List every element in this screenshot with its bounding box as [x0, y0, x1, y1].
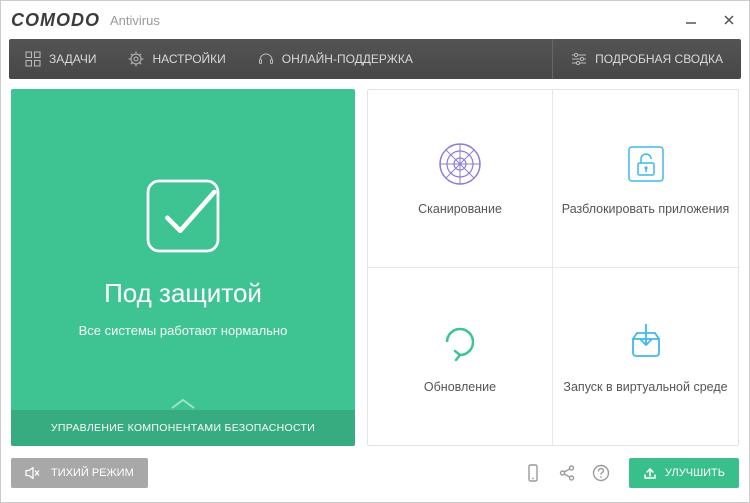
silent-mode-label: ТИХИЙ РЕЖИМ	[51, 467, 134, 479]
improve-label: УЛУЧШИТЬ	[665, 467, 725, 479]
refresh-icon	[435, 317, 485, 367]
status-body: Под защитой Все системы работают нормаль…	[11, 89, 355, 410]
minimize-button[interactable]	[681, 10, 701, 30]
brand-name: COMODO	[11, 10, 100, 31]
toolbar-tasks[interactable]: ЗАДАЧИ	[9, 39, 112, 79]
radar-icon	[435, 139, 485, 189]
toolbar-summary-label: ПОДРОБНАЯ СВОДКА	[595, 52, 723, 66]
window-controls	[681, 10, 739, 30]
security-components-toggle[interactable]: УПРАВЛЕНИЕ КОМПОНЕНТАМИ БЕЗОПАСНОСТИ	[11, 410, 355, 446]
mobile-button[interactable]	[519, 459, 547, 487]
share-icon	[558, 464, 576, 482]
toolbar-support[interactable]: ОНЛАЙН-ПОДДЕРЖКА	[242, 39, 429, 79]
share-button[interactable]	[553, 459, 581, 487]
tile-scan[interactable]: Сканирование	[368, 90, 553, 268]
title-bar: COMODO Antivirus	[1, 1, 749, 39]
tile-unblock[interactable]: Разблокировать приложения	[553, 90, 738, 268]
sandbox-icon	[621, 317, 671, 367]
improve-button[interactable]: УЛУЧШИТЬ	[629, 458, 739, 488]
action-tiles: Сканирование Разблокировать приложения О…	[367, 89, 739, 446]
silent-mode-button[interactable]: ТИХИЙ РЕЖИМ	[11, 458, 148, 488]
toolbar-settings[interactable]: НАСТРОЙКИ	[112, 39, 241, 79]
app-logo: COMODO Antivirus	[11, 10, 160, 31]
main-toolbar: ЗАДАЧИ НАСТРОЙКИ ОНЛАЙН-ПОДДЕРЖКА ПОДРОБ…	[9, 39, 741, 79]
close-button[interactable]	[719, 10, 739, 30]
status-title: Под защитой	[104, 278, 262, 309]
tile-sandbox[interactable]: Запуск в виртуальной среде	[553, 268, 738, 446]
tile-update[interactable]: Обновление	[368, 268, 553, 446]
unlock-icon	[621, 139, 671, 189]
gear-icon	[128, 51, 144, 67]
tile-update-label: Обновление	[424, 379, 496, 396]
tile-scan-label: Сканирование	[418, 201, 502, 218]
check-icon	[137, 170, 229, 262]
upload-icon	[643, 466, 657, 480]
help-button[interactable]	[587, 459, 615, 487]
grid-icon	[25, 51, 41, 67]
tile-unblock-label: Разблокировать приложения	[562, 201, 729, 218]
chevron-up-icon	[168, 396, 198, 410]
main-content: Под защитой Все системы работают нормаль…	[1, 79, 749, 454]
status-subtitle: Все системы работают нормально	[79, 323, 288, 338]
phone-icon	[525, 464, 541, 482]
footer-bar: ТИХИЙ РЕЖИМ УЛУЧШИТЬ	[1, 454, 749, 492]
status-panel: Под защитой Все системы работают нормаль…	[11, 89, 355, 446]
toolbar-tasks-label: ЗАДАЧИ	[49, 52, 96, 66]
product-name: Antivirus	[110, 13, 160, 28]
mute-icon	[25, 465, 41, 481]
headset-icon	[258, 51, 274, 67]
tile-sandbox-label: Запуск в виртуальной среде	[563, 379, 727, 396]
toolbar-summary[interactable]: ПОДРОБНАЯ СВОДКА	[552, 39, 741, 79]
status-footer-label: УПРАВЛЕНИЕ КОМПОНЕНТАМИ БЕЗОПАСНОСТИ	[51, 422, 315, 434]
help-icon	[592, 464, 610, 482]
toolbar-spacer	[429, 39, 552, 79]
toolbar-support-label: ОНЛАЙН-ПОДДЕРЖКА	[282, 52, 413, 66]
toolbar-settings-label: НАСТРОЙКИ	[152, 52, 225, 66]
sliders-icon	[571, 51, 587, 67]
